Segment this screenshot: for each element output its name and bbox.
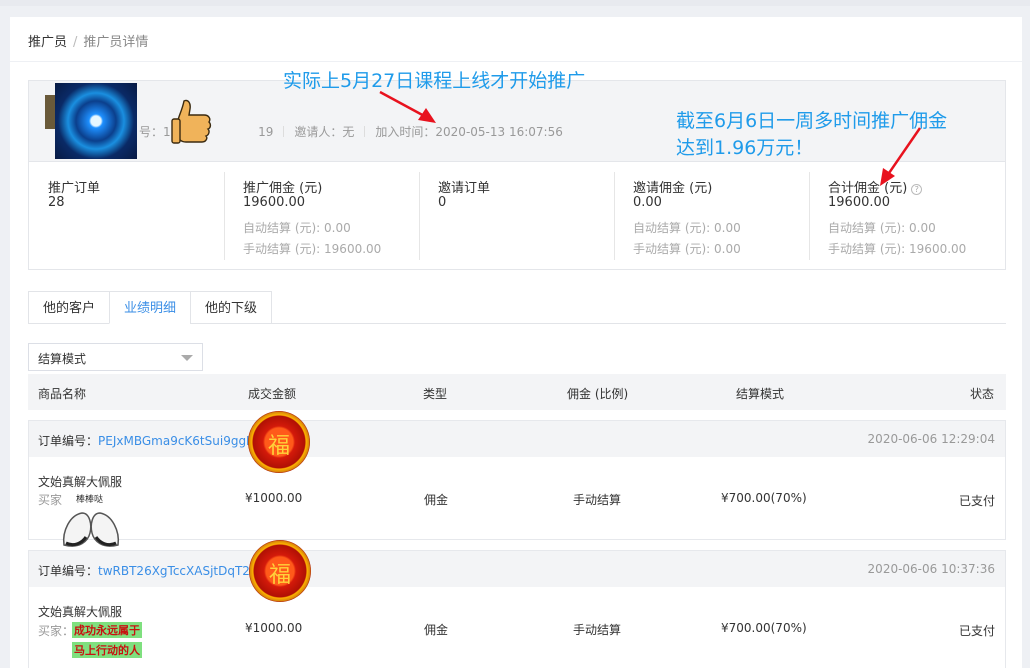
avatar [45, 83, 137, 159]
stat-label: 推广佣金 (元) [243, 181, 323, 196]
avatar-image [55, 83, 137, 159]
buyer-avatar-icon [62, 512, 120, 547]
tab-subordinates[interactable]: 他的下级 [190, 291, 272, 324]
buyer-label: 买家 [38, 493, 63, 507]
stat-value: 19600.00 [243, 195, 306, 210]
top-strip [0, 0, 1030, 6]
tab-bar: 他的客户 业绩明细 他的下级 [28, 291, 1006, 324]
stat-auto: 自动结算 (元): 0.00 [828, 221, 936, 235]
order-row: 订单编号：twRBT26XgTccXASjtDqT2i 2020-06-06 1… [28, 550, 1006, 668]
stat-total-commission: 合计佣金 (元)? 19600.00 自动结算 (元): 0.00 手动结算 (… [809, 162, 1005, 270]
help-icon[interactable]: ? [911, 184, 923, 195]
th-type: 类型 [423, 387, 448, 401]
buyer-name: 棒棒哒 [76, 495, 104, 505]
commission-stats: 推广订单 28 推广佣金 (元) 19600.00 自动结算 (元): 0.00… [28, 162, 1006, 270]
breadcrumb-bar: 推广员 / 推广员详情 [10, 17, 1022, 61]
stat-label: 邀请订单 [438, 181, 491, 196]
breadcrumb: 推广员 / 推广员详情 [28, 31, 148, 50]
breadcrumb-separator: / [73, 35, 78, 50]
order-number-link[interactable]: twRBT26XgTccXASjtDqT2i [98, 564, 253, 578]
order-type: 佣金 [424, 623, 449, 637]
annotation-right-line1: 截至6月6日一周多时间推广佣金 [676, 110, 948, 132]
stat-manual: 手动结算 (元): 19600.00 [828, 242, 967, 256]
order-settle: 手动结算 [573, 623, 622, 637]
annotation-right-line2: 达到1.96万元！ [676, 137, 814, 159]
order-row: 订单编号：PEJxMBGma9cK6tSui9ggL 2020-06-06 12… [28, 420, 1006, 540]
order-commission: ¥700.00(70%) [721, 621, 807, 635]
stat-label: 合计佣金 (元)? [828, 177, 923, 196]
breadcrumb-root-link[interactable]: 推广员 [28, 35, 67, 50]
order-amount: ¥1000.00 [245, 621, 303, 635]
product-name[interactable]: 文始真解大佩服 [38, 603, 122, 620]
order-settle: 手动结算 [573, 493, 622, 507]
tab-performance[interactable]: 业绩明细 [109, 291, 191, 324]
thumbs-up-icon [171, 99, 212, 144]
th-commission: 佣金 (比例) [567, 387, 629, 401]
order-header: 订单编号：twRBT26XgTccXASjtDqT2i 2020-06-06 1… [29, 551, 1005, 587]
stat-invite-orders: 邀请订单 0 [419, 162, 614, 270]
stat-value: 28 [48, 195, 65, 210]
order-type: 佣金 [424, 493, 449, 507]
order-header: 订单编号：PEJxMBGma9cK6tSui9ggL 2020-06-06 12… [29, 421, 1005, 457]
order-status: 已支付 [959, 624, 996, 638]
buyer-label: 买家： [38, 624, 75, 638]
stat-value: 0 [438, 195, 447, 210]
order-status: 已支付 [959, 494, 996, 508]
breadcrumb-current: 推广员详情 [83, 35, 149, 50]
buyer-signature: 马上行动的人 [72, 642, 142, 658]
fu-sticker: 福 [248, 411, 310, 473]
stat-manual: 手动结算 (元): 19600.00 [243, 242, 382, 256]
annotation-top: 实际上5月27日课程上线才开始推广 [283, 70, 586, 92]
th-status: 状态 [970, 387, 995, 401]
order-amount: ¥1000.00 [245, 491, 303, 505]
stat-label: 推广订单 [48, 181, 101, 196]
tab-customers[interactable]: 他的客户 [28, 291, 110, 324]
order-number: 订单编号：PEJxMBGma9cK6tSui9ggL [38, 434, 253, 448]
chevron-down-icon [181, 355, 193, 361]
stat-value: 19600.00 [828, 195, 891, 210]
stat-promo-orders: 推广订单 28 [29, 162, 224, 270]
main-panel: 号：13 19 邀请人：无 加入时间：2020-05-13 16:07:56 推广订… [10, 62, 1022, 668]
product-name[interactable]: 文始真解大佩服 [38, 473, 122, 490]
th-settle: 结算模式 [736, 387, 785, 401]
stat-manual: 手动结算 (元): 0.00 [633, 242, 741, 256]
select-value: 结算模式 [38, 352, 87, 366]
stat-invite-commission: 邀请佣金 (元) 0.00 自动结算 (元): 0.00 手动结算 (元): 0… [614, 162, 809, 270]
stat-auto: 自动结算 (元): 0.00 [243, 221, 351, 235]
order-number-link[interactable]: PEJxMBGma9cK6tSui9ggL [98, 434, 253, 448]
th-amount: 成交金额 [248, 387, 297, 401]
stat-promo-commission: 推广佣金 (元) 19600.00 自动结算 (元): 0.00 手动结算 (元… [224, 162, 419, 270]
profile-phone-tail: 19 [258, 125, 274, 139]
table-header: 商品名称 成交金额 类型 佣金 (比例) 结算模式 状态 [28, 374, 1006, 410]
order-commission: ¥700.00(70%) [721, 491, 807, 505]
order-time: 2020-06-06 10:37:36 [867, 562, 995, 576]
profile-inviter: 邀请人：无 [294, 125, 355, 139]
th-product: 商品名称 [38, 387, 87, 401]
order-number: 订单编号：twRBT26XgTccXASjtDqT2i [38, 564, 254, 578]
stat-auto: 自动结算 (元): 0.00 [633, 221, 741, 235]
profile-join-time: 加入时间：2020-05-13 16:07:56 [375, 125, 563, 139]
stat-value: 0.00 [633, 195, 662, 210]
buyer-signature: 成功永远属于 [72, 622, 142, 638]
settle-mode-select[interactable]: 结算模式 [28, 343, 203, 371]
order-time: 2020-06-06 12:29:04 [867, 432, 995, 446]
stat-label: 邀请佣金 (元) [633, 181, 713, 196]
fu-sticker: 福 [249, 540, 311, 602]
